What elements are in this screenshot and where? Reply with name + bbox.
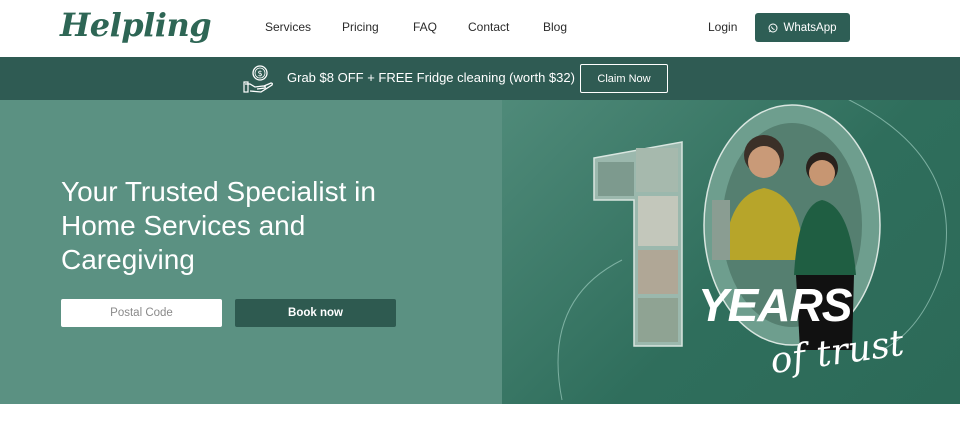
whatsapp-button[interactable]: WhatsApp (755, 13, 850, 42)
whatsapp-button-label: WhatsApp (783, 21, 837, 34)
money-hand-icon: $ (243, 65, 273, 93)
nav-contact[interactable]: Contact (468, 20, 509, 34)
login-link[interactable]: Login (708, 20, 737, 34)
hero-title-line-3: Caregiving (61, 244, 195, 275)
claim-now-button[interactable]: Claim Now (580, 64, 668, 93)
hero-title: Your Trusted Specialist in Home Services… (61, 175, 461, 277)
promo-text: Grab $8 OFF + FREE Fridge cleaning (wort… (287, 70, 575, 85)
site-header: Helpling Services Pricing FAQ Contact Bl… (0, 0, 960, 57)
page-bottom (0, 404, 960, 428)
svg-text:$: $ (257, 69, 262, 78)
helpling-logo[interactable]: Helpling (60, 6, 212, 44)
nav-pricing[interactable]: Pricing (342, 20, 379, 34)
promo-banner: $ Grab $8 OFF + FREE Fridge cleaning (wo… (0, 57, 960, 100)
years-badge-text: YEARS (698, 279, 852, 331)
postal-code-input[interactable] (61, 299, 222, 327)
hero-title-line-1: Your Trusted Specialist in (61, 176, 376, 207)
nav-blog[interactable]: Blog (543, 20, 567, 34)
nav-faq[interactable]: FAQ (413, 20, 437, 34)
nav-services[interactable]: Services (265, 20, 311, 34)
hero-title-line-2: Home Services and (61, 210, 306, 241)
whatsapp-icon (768, 23, 778, 32)
hero-image-panel: YEARS of trust (502, 100, 960, 404)
book-now-button[interactable]: Book now (235, 299, 396, 327)
